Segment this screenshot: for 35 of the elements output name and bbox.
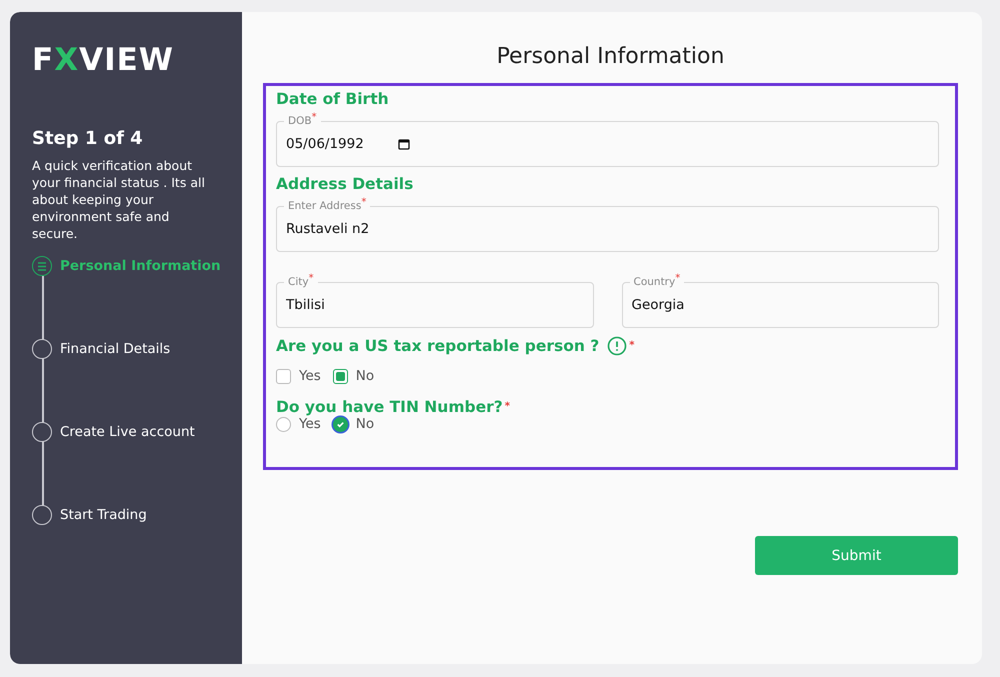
step-label: Personal Information [60, 257, 221, 276]
step-label: Start Trading [60, 506, 147, 525]
input-field[interactable]: City* Tbilisi [276, 274, 594, 328]
calendar-icon[interactable] [398, 138, 410, 150]
field-label: Country* [630, 274, 684, 290]
radio-option[interactable]: No [332, 416, 374, 432]
step-label: Create Live account [60, 423, 195, 442]
input-field[interactable]: Enter Address* Rustaveli n2 [276, 198, 939, 252]
required-mark: * [629, 341, 635, 351]
field-value[interactable]: 05/06/1992 [286, 136, 398, 152]
info-icon[interactable] [607, 336, 628, 356]
date-field[interactable]: DOB* 05/06/1992 [276, 113, 939, 167]
checkbox-option[interactable]: No [332, 368, 374, 384]
field-value[interactable]: Tbilisi [286, 297, 584, 313]
step-label: Financial Details [60, 340, 170, 359]
radio-option[interactable]: Yes [276, 416, 321, 432]
brand-logo: FXVIEW [32, 42, 175, 78]
checkbox[interactable] [276, 368, 291, 384]
page-title: Personal Information [496, 44, 726, 69]
field-label: City* [284, 274, 318, 290]
step-description: A quick verification about your financial status . Its all about keeping your environment safe and secure. [32, 157, 206, 242]
checkbox-option[interactable]: Yes [276, 368, 321, 384]
required-mark: * [504, 402, 510, 412]
question-text: Do you have TIN Number? [276, 398, 503, 416]
check-icon [336, 420, 345, 428]
section-heading: Date of Birth [276, 90, 390, 108]
question-text: Are you a US tax reportable person ? [276, 337, 600, 355]
section-heading: Address Details [276, 175, 414, 193]
input-field[interactable]: Country* Georgia [622, 274, 939, 328]
checkbox[interactable] [332, 368, 348, 384]
step-title: Step 1 of 4 [32, 128, 144, 149]
field-value[interactable]: Rustaveli n2 [286, 221, 929, 237]
radio-button[interactable] [276, 416, 291, 432]
field-value[interactable]: Georgia [632, 297, 929, 313]
radio-button[interactable] [332, 416, 348, 432]
